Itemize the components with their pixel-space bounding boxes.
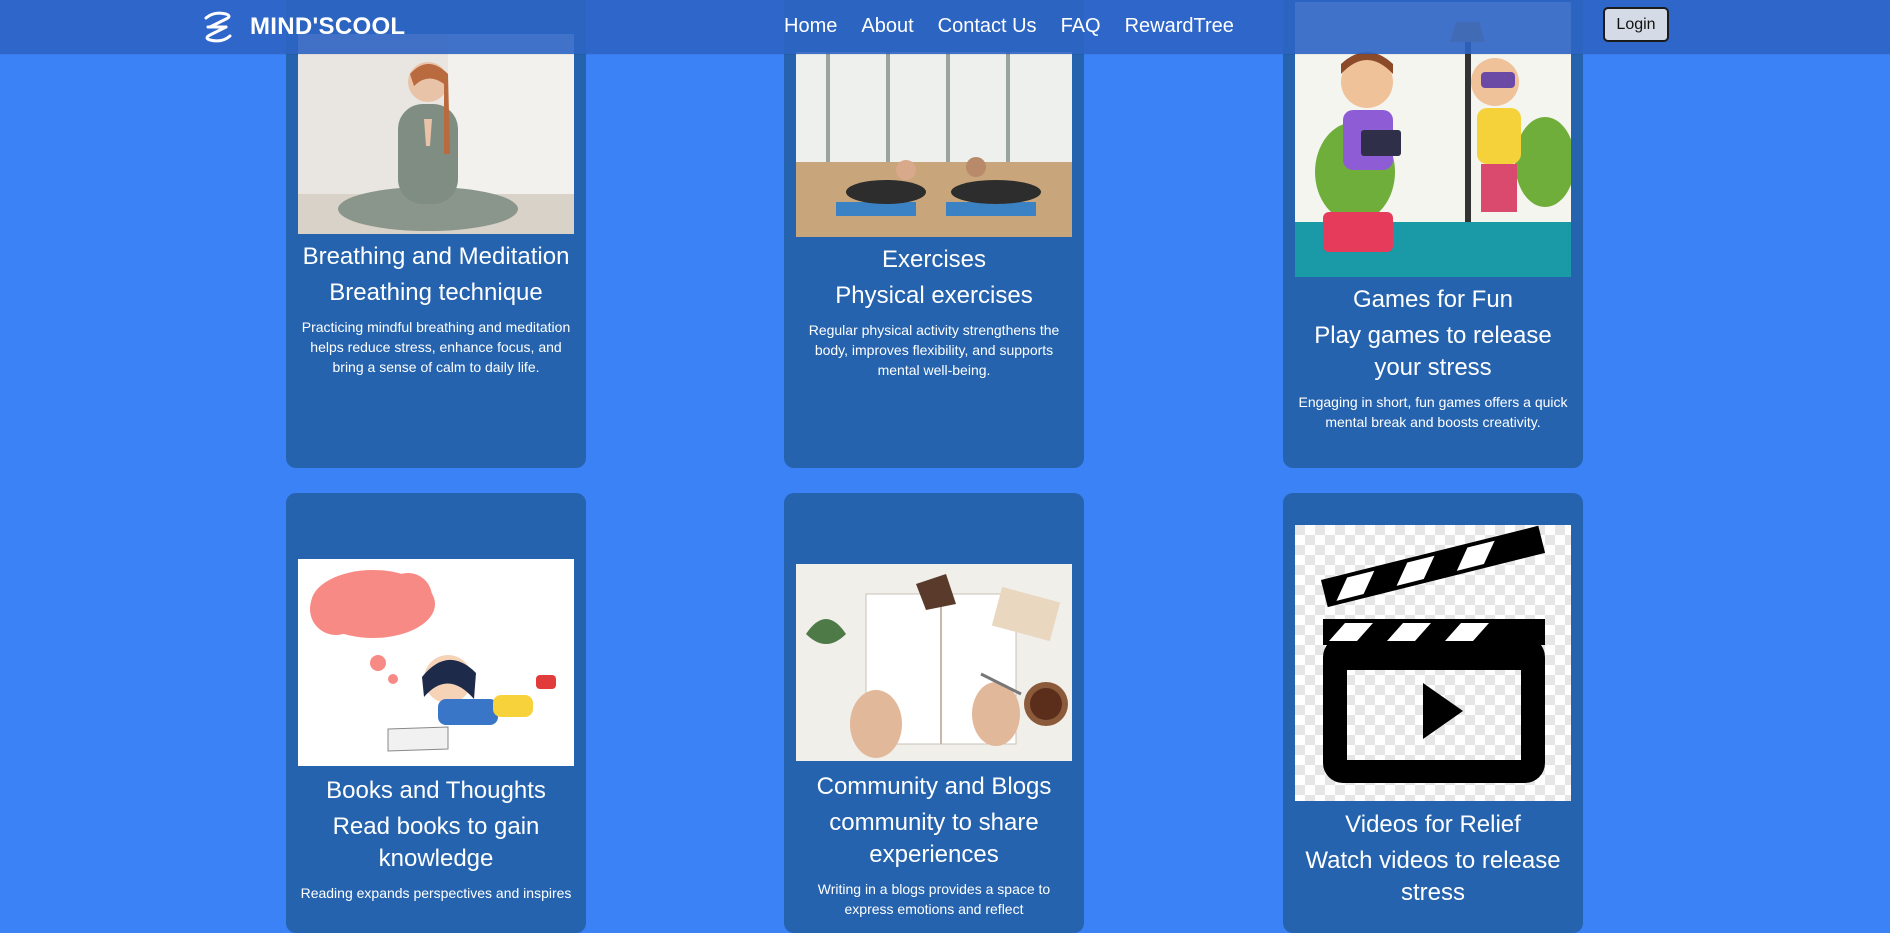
stretching-photo xyxy=(796,52,1072,237)
girl-reading-illustration xyxy=(298,559,574,766)
card-exercises[interactable]: Exercises Physical exercises Regular phy… xyxy=(784,0,1084,468)
clapperboard-icon xyxy=(1295,525,1571,801)
card-title: Community and Blogs xyxy=(816,773,1052,800)
card-title: Games for Fun xyxy=(1352,286,1514,313)
card-title: Breathing and Meditation xyxy=(302,243,570,270)
card-description: Writing in a blogs provides a space to e… xyxy=(817,881,1051,917)
card-title: Videos for Relief xyxy=(1345,811,1521,838)
card-books[interactable]: Books and Thoughts Read books to gain kn… xyxy=(286,493,586,933)
nav-rewardtree-link[interactable]: RewardTree xyxy=(1125,13,1234,39)
card-description: Practicing mindful breathing and meditat… xyxy=(301,319,571,375)
brand-name: MIND'SCOOL xyxy=(250,13,406,40)
card-community-blogs[interactable]: Community and Blogs community to share e… xyxy=(784,493,1084,933)
card-breathing-meditation[interactable]: Breathing and Meditation Breathing techn… xyxy=(286,0,586,468)
card-games[interactable]: Games for Fun Play games to release your… xyxy=(1283,0,1583,468)
nav-faq-link[interactable]: FAQ xyxy=(1061,13,1101,39)
card-subtitle: Breathing technique xyxy=(329,279,543,306)
card-title: Books and Thoughts xyxy=(326,777,546,804)
journal-writing-photo xyxy=(796,564,1072,761)
login-button[interactable]: Login xyxy=(1603,7,1669,42)
card-subtitle: community to share experiences xyxy=(829,809,1039,868)
nav-links: Home About Contact Us FAQ RewardTree xyxy=(784,13,1258,39)
brand[interactable]: MIND'SCOOL xyxy=(200,7,405,47)
card-subtitle: Physical exercises xyxy=(835,282,1033,309)
meditation-photo xyxy=(298,34,574,234)
card-description: Engaging in short, fun games offers a qu… xyxy=(1298,394,1568,430)
navbar: MIND'SCOOL Home About Contact Us FAQ Rew… xyxy=(0,0,1890,54)
nav-about-link[interactable]: About xyxy=(861,13,913,39)
card-subtitle: Read books to gain knowledge xyxy=(332,813,540,872)
brand-logo-icon xyxy=(204,11,232,43)
card-title: Exercises xyxy=(881,246,987,273)
card-subtitle: Watch videos to release stress xyxy=(1305,847,1561,906)
nav-home-link[interactable]: Home xyxy=(784,13,837,39)
card-subtitle: Play games to release your stress xyxy=(1314,322,1552,381)
card-description: Reading expands perspectives and inspire… xyxy=(300,885,572,901)
card-description: Regular physical activity strengthens th… xyxy=(808,322,1060,378)
card-videos[interactable]: Videos for Relief Watch videos to releas… xyxy=(1283,493,1583,933)
nav-contact-link[interactable]: Contact Us xyxy=(938,13,1037,39)
